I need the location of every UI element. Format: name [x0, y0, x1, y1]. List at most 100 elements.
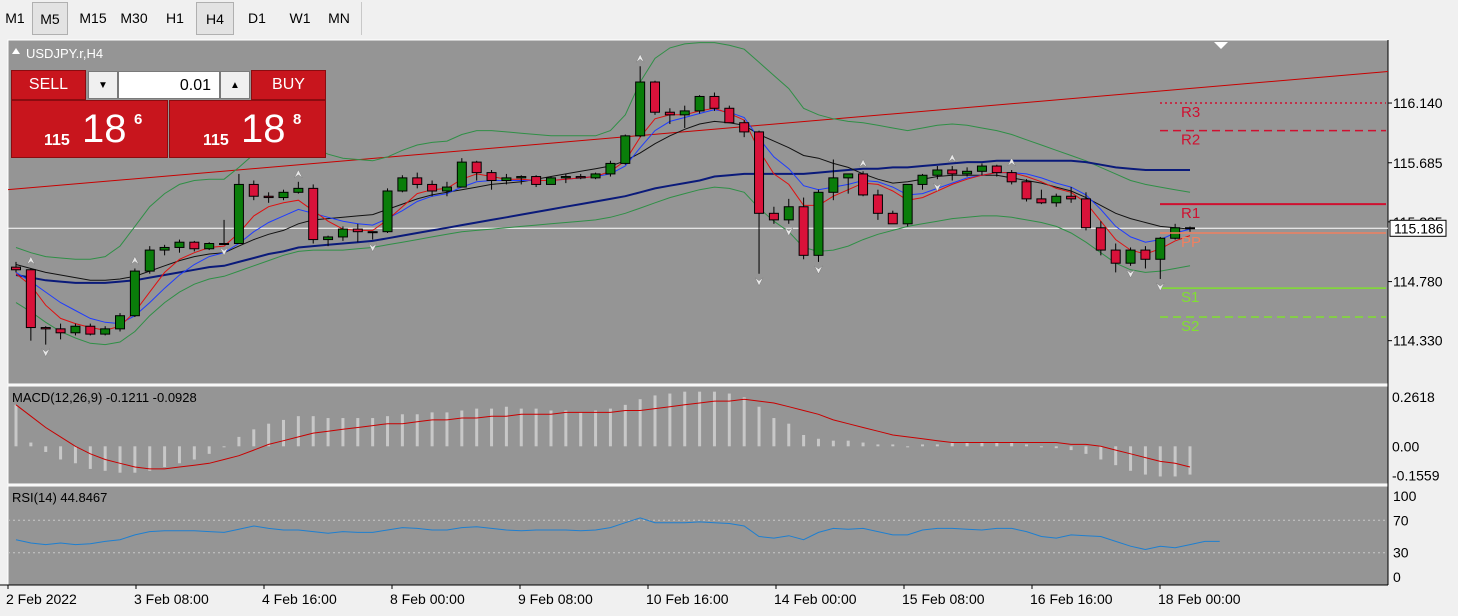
macd-histogram-bar	[816, 438, 820, 447]
candle-body	[872, 194, 883, 214]
macd-histogram-bar	[415, 414, 419, 447]
macd-histogram-bar	[341, 418, 345, 447]
macd-histogram-bar	[787, 423, 791, 447]
chart-area[interactable]: R3R2R1PPS1S2116.140115.685115.235114.780…	[0, 38, 1458, 616]
time-axis-label: 18 Feb 00:00	[1158, 591, 1241, 607]
timeframe-m30-button[interactable]: M30	[113, 2, 155, 35]
candle-body	[783, 206, 794, 221]
macd-histogram-bar	[1069, 446, 1073, 451]
candle	[858, 171, 869, 197]
timeframe-toolbar: M1 M5 M15 M30 H1 H4 D1 W1 MN	[0, 0, 1458, 39]
candle-body	[427, 183, 438, 192]
macd-histogram-bar	[638, 399, 642, 447]
sell-price-display[interactable]: 115 18 6	[11, 100, 168, 158]
candle-body	[768, 212, 779, 221]
candle-body	[962, 170, 973, 175]
macd-histogram-bar	[1054, 446, 1058, 449]
macd-histogram-bar	[1129, 446, 1133, 471]
sell-button-label: SELL	[28, 76, 69, 93]
macd-histogram-bar	[906, 446, 910, 448]
candle-body	[991, 165, 1002, 174]
candle-body	[694, 95, 705, 112]
timeframe-d1-button[interactable]: D1	[237, 2, 277, 35]
candle	[590, 172, 601, 180]
candle-body	[1125, 249, 1136, 264]
timeframe-h4-button[interactable]: H4	[196, 2, 234, 35]
candle-body	[902, 183, 913, 225]
buy-button[interactable]: BUY	[251, 70, 326, 100]
timeframe-m1-button[interactable]: M1	[0, 2, 30, 35]
sell-price-prefix: 115	[44, 132, 70, 149]
sell-price-big: 18	[82, 107, 127, 151]
macd-histogram-bar	[445, 412, 449, 447]
candle-body	[25, 269, 36, 329]
candle-body	[739, 122, 750, 133]
candle-body	[219, 243, 230, 246]
candle-body	[858, 173, 869, 196]
candle-body	[605, 162, 616, 175]
candle	[620, 134, 631, 165]
candle	[1021, 179, 1032, 202]
macd-histogram-bar	[1025, 444, 1029, 447]
candle-body	[545, 177, 556, 185]
sell-button[interactable]: SELL	[11, 70, 86, 100]
buy-price-display[interactable]: 115 18 8	[169, 100, 326, 158]
macd-histogram-bar	[326, 418, 330, 447]
timeframe-m15-button[interactable]: M15	[75, 2, 111, 35]
candle-body	[501, 177, 512, 181]
price-axis-label: 116.140	[1393, 95, 1443, 111]
candle-body	[1006, 172, 1017, 183]
macd-histogram-bar	[430, 412, 434, 447]
candle-body	[590, 173, 601, 179]
macd-histogram-bar	[935, 444, 939, 447]
candle-body	[1021, 181, 1032, 200]
candle-body	[189, 241, 200, 250]
candle-body	[85, 325, 96, 335]
candle-body	[308, 187, 319, 241]
time-axis-label: 2 Feb 2022	[6, 591, 77, 607]
macd-histogram-bar	[504, 406, 508, 447]
candle-body	[932, 169, 943, 176]
sell-price-pipette: 6	[134, 111, 143, 128]
candle	[144, 246, 155, 274]
candle-body	[798, 206, 809, 256]
price-axis-label: 114.330	[1393, 333, 1443, 349]
macd-histogram-bar	[1099, 446, 1103, 460]
lot-increase-button[interactable]: ▲	[220, 71, 250, 99]
candle	[308, 184, 319, 244]
macd-axis-label: 0.2618	[1392, 389, 1435, 405]
candle-body	[174, 241, 185, 248]
timeframe-h1-button[interactable]: H1	[158, 2, 192, 35]
buy-button-label: BUY	[272, 76, 305, 93]
macd-histogram-bar	[192, 446, 196, 460]
macd-histogram-bar	[475, 408, 479, 447]
macd-histogram-bar	[311, 416, 315, 447]
candle	[1125, 247, 1136, 266]
time-axis-label: 15 Feb 08:00	[902, 591, 985, 607]
time-axis-label: 8 Feb 00:00	[390, 591, 465, 607]
candle-body	[412, 177, 423, 185]
macd-histogram-bar	[1084, 446, 1088, 454]
candle	[545, 176, 556, 185]
timeframe-w1-button[interactable]: W1	[280, 2, 320, 35]
buy-price-big: 18	[241, 107, 286, 151]
macd-histogram-bar	[163, 446, 167, 468]
price-axis-label: 115.685	[1393, 155, 1443, 171]
candle	[902, 183, 913, 227]
macd-histogram-bar	[59, 446, 63, 460]
rsi-label: RSI(14) 44.8467	[12, 490, 107, 505]
macd-histogram-bar	[772, 418, 776, 447]
time-axis-label: 16 Feb 16:00	[1030, 591, 1113, 607]
candle	[798, 197, 809, 260]
candle-body	[397, 177, 408, 192]
time-axis-label: 14 Feb 00:00	[774, 591, 857, 607]
candle-body	[1185, 227, 1195, 230]
lot-decrease-button[interactable]: ▼	[88, 71, 118, 99]
timeframe-m5-button[interactable]: M5	[32, 2, 68, 35]
timeframe-mn-button[interactable]: MN	[320, 2, 358, 35]
lot-size-input[interactable]: 0.01	[118, 71, 220, 99]
candle-body	[456, 161, 467, 188]
buy-price-pipette: 8	[293, 111, 302, 128]
candle	[233, 173, 244, 245]
candle-body	[263, 195, 274, 199]
